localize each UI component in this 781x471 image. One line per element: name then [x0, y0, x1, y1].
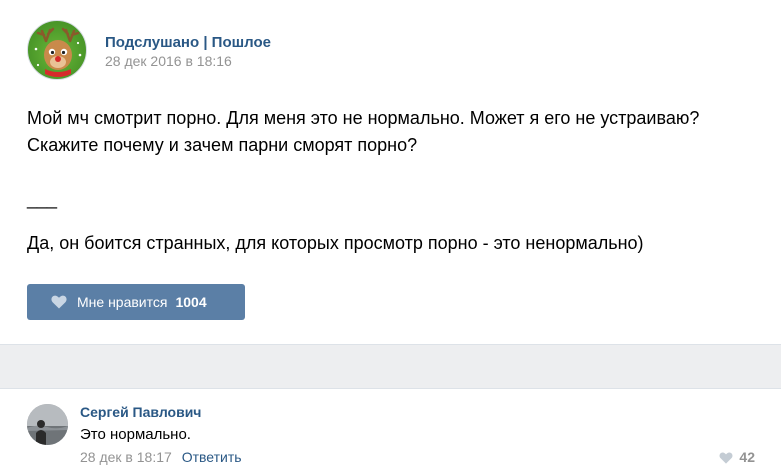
comment-author-link[interactable]: Сергей Павлович	[80, 404, 201, 420]
post-date[interactable]: 28 дек 2016 в 18:16	[105, 53, 232, 69]
post-card: Подслушано | Пошлое 28 дек 2016 в 18:16 …	[0, 0, 781, 344]
comment-like-button[interactable]: 42	[719, 449, 755, 465]
like-label: Мне нравится	[77, 294, 168, 310]
reply-link[interactable]: Ответить	[182, 449, 242, 465]
post-text-line: Скажите почему и зачем парни сморят порн…	[27, 135, 418, 155]
heart-icon	[51, 295, 67, 309]
post-text-line: Мой мч смотрит порно. Для меня это не но…	[27, 108, 700, 128]
post-divider: ___	[27, 189, 58, 209]
comment-date[interactable]: 28 дек в 18:17	[80, 449, 172, 465]
commenter-avatar[interactable]	[27, 404, 68, 445]
comment-like-count: 42	[739, 449, 755, 465]
comment-text: Это нормально.	[80, 426, 191, 443]
comment: Сергей Павлович Это нормально. 28 дек в …	[0, 389, 781, 471]
post-answer-text: Да, он боится странных, для которых прос…	[27, 233, 644, 253]
comment-meta: 28 дек в 18:17 Ответить	[80, 449, 242, 465]
group-avatar[interactable]	[27, 20, 87, 80]
like-count: 1004	[175, 294, 207, 310]
section-separator	[0, 344, 781, 389]
like-button[interactable]: Мне нравится 1004	[27, 284, 245, 320]
post-text: Мой мч смотрит порно. Для меня это не но…	[27, 105, 767, 257]
heart-icon	[719, 451, 733, 464]
group-name-link[interactable]: Подслушано | Пошлое	[105, 34, 271, 51]
